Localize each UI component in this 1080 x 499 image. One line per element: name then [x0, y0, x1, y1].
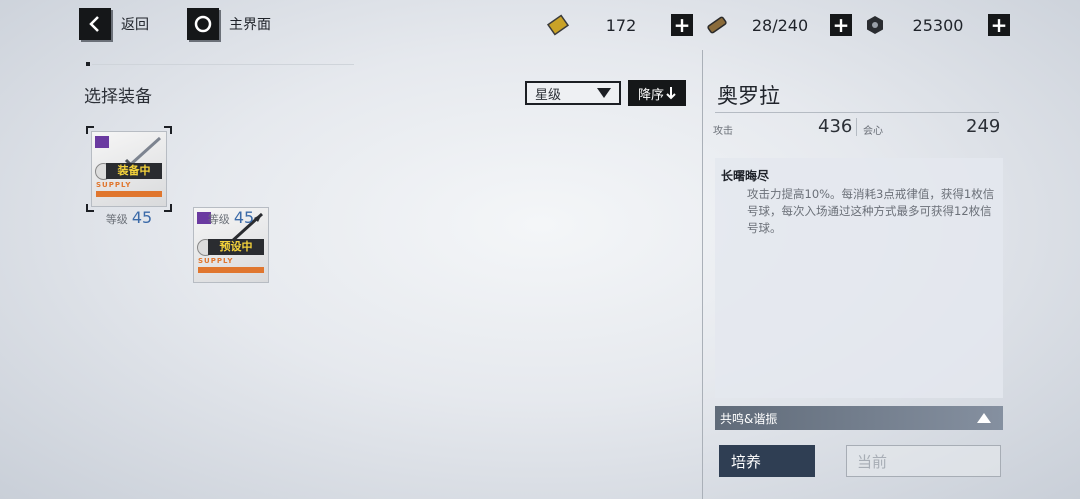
- attack-value: 436: [818, 116, 853, 137]
- divider: [92, 64, 354, 65]
- crit-value: 249: [966, 116, 1001, 137]
- cultivate-label: 培养: [731, 452, 762, 471]
- add-resource-button[interactable]: +: [671, 14, 693, 36]
- resource-item: 172 +: [545, 12, 693, 38]
- chevron-left-icon: [79, 8, 111, 40]
- divider: [856, 118, 857, 136]
- hex-coin-icon: [862, 12, 888, 38]
- triangle-up-icon: [977, 413, 991, 423]
- rarity-bar: [96, 191, 162, 197]
- skill-description: 攻击力提高10%。每消耗3点戒律值，获得1枚信号球，每次入场通过这种方式最多可获…: [747, 187, 995, 235]
- resource-value: 172: [605, 15, 637, 35]
- select-equipment-title: 选择装备: [84, 87, 152, 107]
- resource-value: 25300: [912, 15, 964, 35]
- equipment-card[interactable]: 装备中 SUPPLY: [91, 131, 167, 207]
- equipped-badge: 装备中: [106, 163, 162, 179]
- sort-order-button[interactable]: 降序: [628, 80, 686, 106]
- skill-name: 长曙晦尽: [721, 169, 770, 183]
- level-row: 等级 45: [193, 208, 269, 227]
- level-value: 45: [233, 208, 255, 227]
- resonance-toggle[interactable]: 共鸣&谐振: [715, 406, 1003, 430]
- skill-box: 长曙晦尽 攻击力提高10%。每消耗3点戒律值，获得1枚信号球，每次入场通过这种方…: [715, 158, 1003, 398]
- home-button[interactable]: 主界面: [187, 8, 271, 40]
- attack-label: 攻击: [713, 126, 733, 137]
- cultivate-button[interactable]: 培养: [719, 445, 815, 477]
- circle-icon: [187, 8, 219, 40]
- supply-label: SUPPLY: [96, 181, 132, 189]
- current-button: 当前: [846, 445, 1001, 477]
- resource-item: 25300 +: [862, 12, 1010, 38]
- sort-select[interactable]: 星级: [525, 81, 621, 105]
- level-label: 等级: [207, 213, 230, 226]
- add-resource-button[interactable]: +: [988, 14, 1010, 36]
- back-button[interactable]: 返回: [79, 8, 149, 40]
- divider: [715, 112, 999, 113]
- add-resource-button[interactable]: +: [830, 14, 852, 36]
- sort-order-label: 降序: [637, 87, 664, 103]
- triangle-down-icon: [597, 88, 611, 98]
- supply-label: SUPPLY: [198, 257, 234, 265]
- arrow-down-icon: [666, 87, 676, 100]
- sort-value: 星级: [535, 87, 562, 103]
- panel-divider: [702, 50, 703, 499]
- resource-value: 28/240: [751, 15, 809, 35]
- level-row: 等级 45: [91, 208, 167, 227]
- resonance-label: 共鸣&谐振: [720, 411, 778, 426]
- section-marker: [86, 62, 90, 66]
- character-name: 奥罗拉: [717, 84, 780, 108]
- resource-item: 28/240 +: [704, 12, 852, 38]
- current-label: 当前: [857, 452, 888, 471]
- back-label: 返回: [121, 17, 149, 33]
- battery-icon: [704, 12, 730, 38]
- rarity-badge: [95, 136, 109, 148]
- crit-label: 会心: [863, 126, 883, 137]
- preset-badge: 预设中: [208, 239, 264, 255]
- home-label: 主界面: [229, 17, 271, 33]
- rarity-bar: [198, 267, 264, 273]
- level-value: 45: [131, 208, 153, 227]
- level-label: 等级: [105, 213, 128, 226]
- gold-ticket-icon: [545, 12, 571, 38]
